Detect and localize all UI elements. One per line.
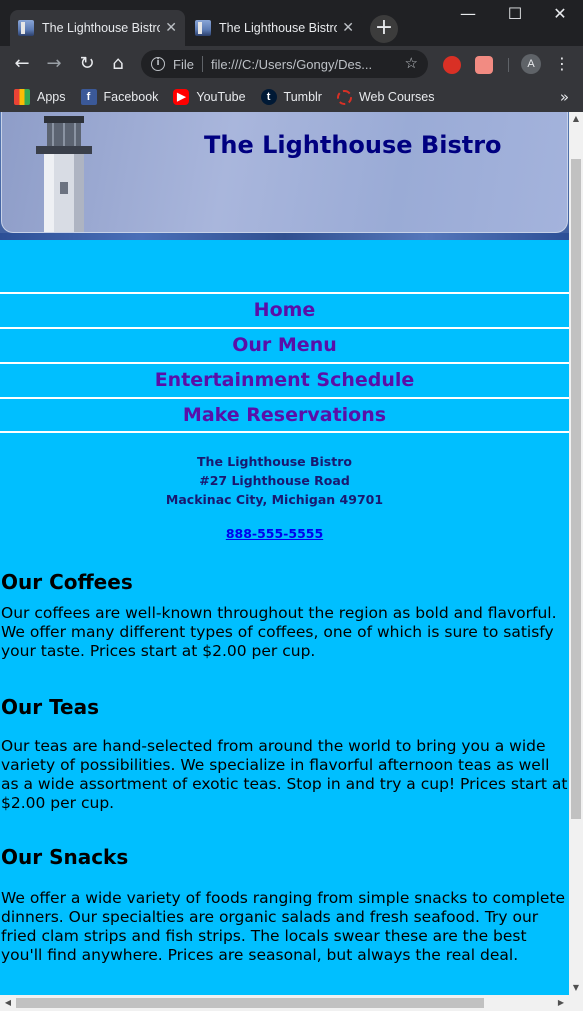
adblock-extension-icon[interactable] <box>443 56 461 74</box>
main-nav: Home Our Menu Entertainment Schedule Mak… <box>0 292 569 433</box>
toolbar-divider <box>508 58 509 72</box>
scroll-left-icon[interactable]: ◀ <box>0 995 16 1011</box>
tab-title: The Lighthouse Bistro <box>219 21 337 35</box>
bookmark-tumblr[interactable]: t Tumblr <box>260 89 322 105</box>
bookmark-star-icon[interactable]: ☆ <box>405 54 418 72</box>
tab-active[interactable]: The Lighthouse Bistro ✕ <box>10 10 185 46</box>
horizontal-scroll-thumb[interactable] <box>16 998 484 1008</box>
bookmarks-overflow-icon[interactable]: » <box>560 82 569 112</box>
browser-chrome: The Lighthouse Bistro ✕ The Lighthouse B… <box>0 0 583 112</box>
coffees-heading: Our Coffees <box>1 570 133 594</box>
lighthouse-image <box>36 116 92 232</box>
apps-grid-icon <box>14 89 30 105</box>
contact-address: The Lighthouse Bistro #27 Lighthouse Roa… <box>0 452 549 509</box>
bookmark-label: YouTube <box>196 90 246 104</box>
lighthouse-favicon-icon <box>18 20 34 36</box>
bookmark-label: Apps <box>37 90 66 104</box>
teas-heading: Our Teas <box>1 695 100 719</box>
extension-icon[interactable] <box>475 56 493 74</box>
bookmark-label: Tumblr <box>283 90 322 104</box>
tab-inactive[interactable]: The Lighthouse Bistro ✕ <box>187 10 362 46</box>
scroll-right-icon[interactable]: ▶ <box>553 995 569 1011</box>
tumblr-icon: t <box>260 89 277 105</box>
close-tab-icon[interactable]: ✕ <box>165 20 177 36</box>
vertical-scrollbar[interactable]: ▲ ▼ <box>569 112 583 995</box>
nav-entertainment-schedule-link[interactable]: Entertainment Schedule <box>0 362 569 397</box>
banner-title: The Lighthouse Bistro <box>204 131 502 159</box>
scroll-up-icon[interactable]: ▲ <box>569 112 583 126</box>
bookmark-apps[interactable]: Apps <box>14 89 66 105</box>
lighthouse-favicon-icon <box>195 20 211 36</box>
address-bar[interactable]: i File file:///C:/Users/Gongy/Des... ☆ <box>141 50 428 78</box>
scroll-down-icon[interactable]: ▼ <box>569 981 583 995</box>
nav-home-link[interactable]: Home <box>0 292 569 327</box>
address-street: #27 Lighthouse Road <box>199 473 350 488</box>
bookmark-facebook[interactable]: f Facebook <box>80 89 159 105</box>
home-icon[interactable]: ⌂ <box>104 50 132 78</box>
reload-icon[interactable]: ↻ <box>73 50 101 78</box>
vertical-scroll-thumb[interactable] <box>571 159 581 819</box>
horizontal-scrollbar[interactable]: ◀ ▶ <box>0 995 583 1011</box>
address-city: Mackinac City, Michigan 49701 <box>165 492 384 507</box>
bookmarks-bar: Apps f Facebook ▶ YouTube t Tumblr Web C… <box>0 82 583 112</box>
profile-avatar[interactable]: A <box>521 54 541 74</box>
snacks-heading: Our Snacks <box>1 845 129 869</box>
maximize-window-icon[interactable]: ☐ <box>492 0 538 30</box>
address-name: The Lighthouse Bistro <box>197 454 352 469</box>
omnibox-divider <box>201 56 203 72</box>
youtube-icon: ▶ <box>173 89 190 105</box>
teas-text: Our teas are hand-selected from around t… <box>1 737 568 812</box>
bookmark-label: Facebook <box>103 90 159 104</box>
nav-our-menu-link[interactable]: Our Menu <box>0 327 569 362</box>
bookmark-label: Web Courses <box>358 90 435 104</box>
new-tab-button[interactable]: + <box>370 15 398 43</box>
phone-link[interactable]: 888-555-5555 <box>226 526 323 541</box>
browser-toolbar: ← → ↻ ⌂ i File file:///C:/Users/Gongy/De… <box>0 46 583 82</box>
banner-image: The Lighthouse Bistro <box>1 112 568 233</box>
url-text[interactable]: file:///C:/Users/Gongy/Des... <box>211 57 387 72</box>
site-banner: The Lighthouse Bistro <box>0 112 569 240</box>
close-window-icon[interactable]: ✕ <box>537 0 583 30</box>
snacks-text: We offer a wide variety of foods ranging… <box>1 889 566 964</box>
scheme-label: File <box>173 56 194 72</box>
banner-water <box>0 233 569 240</box>
nav-make-reservations-link[interactable]: Make Reservations <box>0 397 569 433</box>
bookmark-web-courses[interactable]: Web Courses <box>336 89 435 105</box>
facebook-icon: f <box>80 89 97 105</box>
page-viewport: The Lighthouse Bistro Home Our Menu Ente… <box>0 112 569 995</box>
minimize-window-icon[interactable]: — <box>445 0 491 30</box>
back-arrow-icon[interactable]: ← <box>8 50 36 78</box>
forward-arrow-icon[interactable]: → <box>40 50 68 78</box>
menu-kebab-icon[interactable]: ⋮ <box>552 50 572 78</box>
tab-strip: The Lighthouse Bistro ✕ The Lighthouse B… <box>0 0 583 46</box>
bookmark-youtube[interactable]: ▶ YouTube <box>173 89 246 105</box>
coffees-text: Our coffees are well-known throughout th… <box>1 604 557 660</box>
web-courses-icon <box>336 89 352 105</box>
close-tab-icon[interactable]: ✕ <box>342 20 354 36</box>
tab-title: The Lighthouse Bistro <box>42 21 160 35</box>
info-icon[interactable]: i <box>151 57 165 71</box>
phone-line: 888-555-5555 <box>0 526 549 541</box>
